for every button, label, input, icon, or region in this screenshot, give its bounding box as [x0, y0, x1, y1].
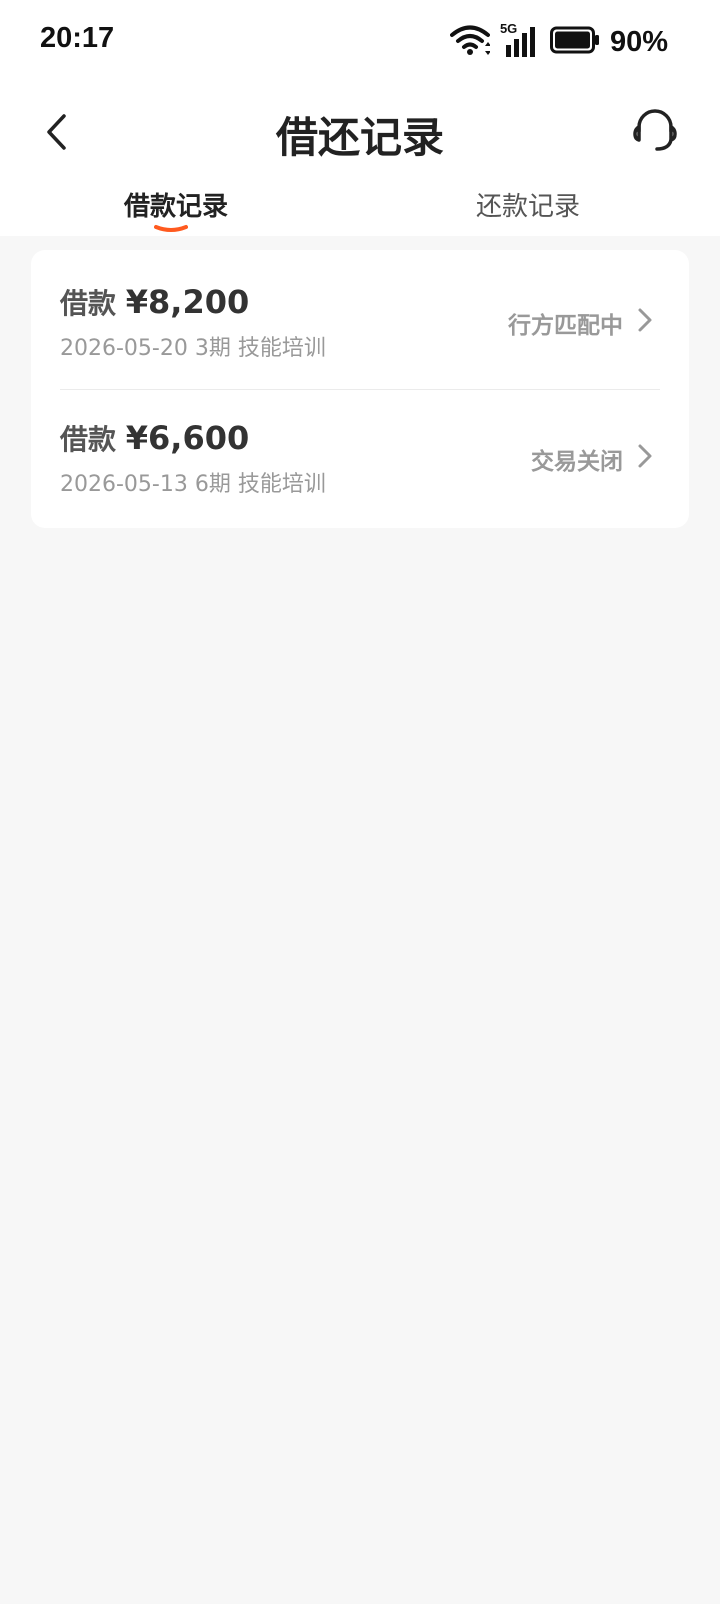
headset-icon — [633, 109, 677, 151]
tab-active-indicator — [154, 225, 188, 232]
list-item[interactable]: 借款 ¥8,200 2026-05-20 3期 技能培训 行方匹配中 — [31, 250, 689, 388]
records-card: 借款 ¥8,200 2026-05-20 3期 技能培训 行方匹配中 借款 ¥6… — [31, 250, 689, 528]
page-title: 借还记录 — [275, 113, 444, 162]
record-meta: 2026-05-13 6期 技能培训 — [60, 466, 326, 498]
record-type-label: 借款 — [60, 287, 117, 320]
record-purpose: 技能培训 — [237, 336, 326, 361]
tab-borrow-records[interactable]: 借款记录 — [124, 186, 228, 223]
chevron-right-icon — [638, 308, 652, 332]
amount-value: ¥6,600 — [125, 419, 250, 457]
header-area: 20:17 5G 90% 借还记录 借款记录 还款记录 — [0, 0, 720, 236]
record-amount: 借款 ¥6,600 — [60, 418, 249, 458]
status-icons: 5G 90% — [449, 21, 668, 62]
wifi-icon — [449, 24, 491, 60]
record-status: 交易关闭 — [531, 449, 623, 475]
status-time: 20:17 — [40, 22, 115, 54]
record-type-label: 借款 — [60, 423, 117, 456]
record-status: 行方匹配中 — [508, 313, 623, 339]
battery-percent: 90% — [609, 25, 668, 58]
customer-service-button[interactable] — [630, 104, 680, 156]
record-meta: 2026-05-20 3期 技能培训 — [60, 330, 326, 362]
record-date: 2026-05-13 — [60, 472, 188, 497]
signal-5g-icon: 5G — [500, 21, 540, 59]
battery-icon — [549, 26, 600, 58]
record-date: 2026-05-20 — [60, 336, 188, 361]
record-term: 6期 — [194, 472, 231, 497]
tab-repay-records[interactable]: 还款记录 — [476, 186, 580, 223]
list-item[interactable]: 借款 ¥6,600 2026-05-13 6期 技能培训 交易关闭 — [31, 386, 689, 524]
chevron-right-icon — [638, 444, 652, 468]
amount-value: ¥8,200 — [125, 283, 250, 321]
record-purpose: 技能培训 — [237, 472, 326, 497]
record-amount: 借款 ¥8,200 — [60, 282, 249, 322]
record-term: 3期 — [194, 336, 231, 361]
